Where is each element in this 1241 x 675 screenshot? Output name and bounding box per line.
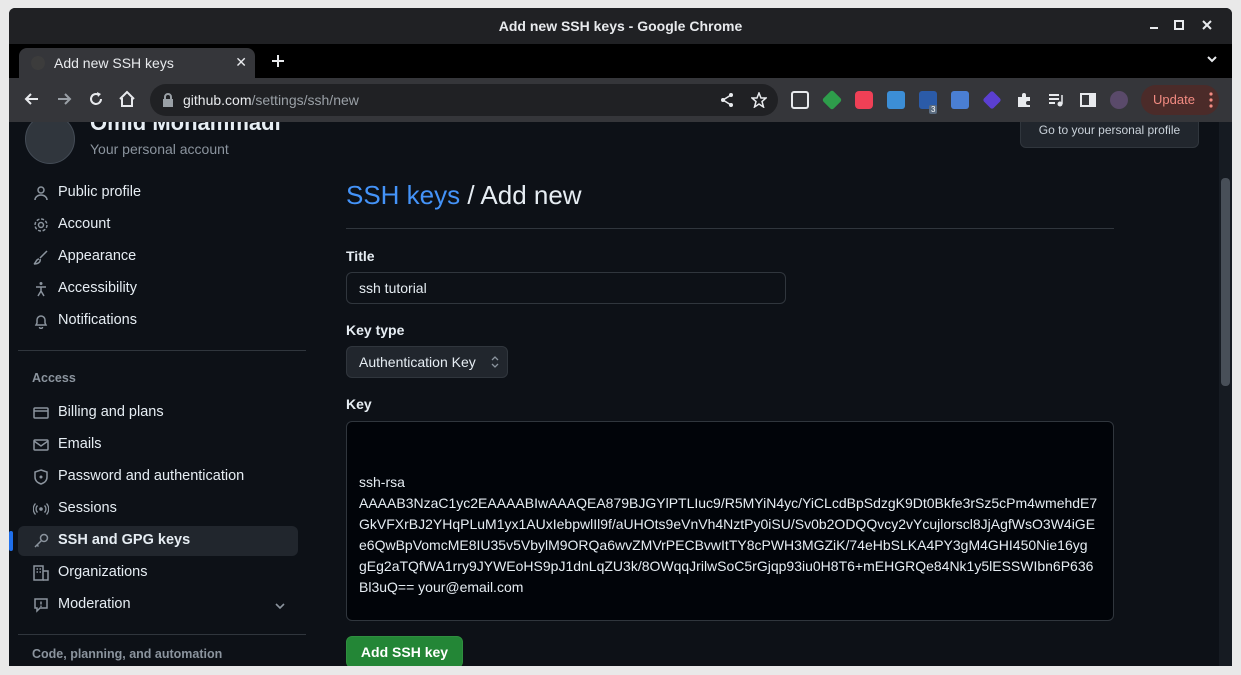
page-content: Omid Mohammadi Your personal account Go …: [9, 122, 1219, 666]
sidebar-item-accessibility[interactable]: Accessibility: [18, 274, 298, 304]
home-icon: [119, 90, 135, 107]
purple-extension-icon[interactable]: [982, 90, 1002, 110]
tab-close-button[interactable]: ✕: [235, 54, 247, 71]
sidebar-item-account[interactable]: Account: [18, 210, 298, 240]
close-icon: [1202, 20, 1212, 30]
heading-divider: [346, 228, 1114, 229]
plus-icon: [272, 55, 284, 67]
key-type-select[interactable]: Authentication Key: [346, 346, 508, 378]
sidebar-item-notifications[interactable]: Notifications: [18, 306, 298, 336]
title-input[interactable]: ssh tutorial: [346, 272, 786, 304]
organization-icon: [33, 565, 49, 581]
tab-search-button[interactable]: [1206, 52, 1218, 68]
sidebar-item-emails[interactable]: Emails: [18, 430, 298, 460]
maximize-icon: [1174, 20, 1184, 30]
paintbrush-icon: [33, 250, 48, 265]
sidepanel-icon: [1080, 93, 1096, 107]
sidebar-item-sessions[interactable]: Sessions: [18, 494, 298, 524]
credit-card-icon: [33, 407, 49, 419]
browser-toolbar: github.com/settings/ssh/new 3 Update: [9, 78, 1232, 122]
tab-active[interactable]: Add new SSH keys ✕: [19, 48, 255, 78]
github-favicon-icon: [31, 56, 45, 70]
section-heading-code: Code, planning, and automation: [32, 647, 223, 661]
key-type-label: Key type: [346, 322, 405, 338]
chevron-down-icon: [275, 603, 285, 610]
playlist-icon: [1049, 94, 1063, 107]
sidebar-item-moderation[interactable]: Moderation: [18, 590, 298, 620]
maximize-button[interactable]: [1169, 16, 1189, 36]
profile-avatar-icon[interactable]: [1110, 91, 1128, 109]
more-vert-icon: [1209, 92, 1213, 108]
scrollbar-thumb[interactable]: [1221, 178, 1230, 386]
sidebar-item-appearance[interactable]: Appearance: [18, 242, 298, 272]
gear-icon: [34, 218, 48, 232]
reload-icon: [90, 92, 102, 105]
extension-badge: 3: [929, 105, 938, 114]
tab-label: Add new SSH keys: [54, 55, 174, 71]
section-heading-access: Access: [32, 371, 76, 385]
window-titlebar: Add new SSH keys - Google Chrome: [9, 8, 1232, 44]
broadcast-icon: [33, 503, 49, 515]
tab-strip: Add new SSH keys ✕: [9, 44, 1232, 78]
profile-subtitle: Your personal account: [90, 141, 229, 157]
person-icon: [34, 186, 48, 201]
chrome-update-button[interactable]: Update: [1141, 85, 1219, 115]
breadcrumb-ssh-keys-link[interactable]: SSH keys: [346, 180, 460, 210]
arrow-left-icon: [24, 93, 38, 105]
address-bar[interactable]: github.com/settings/ssh/new: [150, 84, 778, 116]
sidebar-item-ssh-gpg-keys[interactable]: SSH and GPG keys: [9, 526, 298, 556]
blue-extension-icon[interactable]: [887, 91, 905, 109]
page-scrollbar[interactable]: [1219, 122, 1232, 666]
forward-button[interactable]: [55, 90, 77, 112]
minimize-button[interactable]: [1144, 16, 1164, 36]
new-tab-button[interactable]: [271, 52, 285, 72]
select-arrows-icon: [491, 347, 499, 390]
extensions-puzzle-icon[interactable]: [1015, 91, 1033, 109]
reload-button[interactable]: [87, 90, 109, 112]
title-label: Title: [346, 248, 375, 264]
side-panel-icon[interactable]: [1079, 91, 1097, 109]
puzzle-icon: [1018, 93, 1030, 107]
key-textarea[interactable]: ssh-rsa AAAAB3NzaC1yc2EAAAABIwAAAQEA879BJ…: [346, 421, 1114, 621]
key-icon: [34, 533, 49, 548]
mail-icon: [33, 439, 49, 451]
chevron-updown-icon: [491, 356, 499, 368]
bell-icon: [34, 315, 48, 329]
sidebar-item-password-auth[interactable]: Password and authentication: [18, 462, 298, 492]
page-title: SSH keys / Add new: [346, 180, 582, 210]
chevron-down-icon: [1207, 56, 1217, 63]
shield-icon: [34, 469, 48, 485]
accessibility-icon: [36, 282, 46, 297]
translate-extension-icon[interactable]: [951, 91, 969, 109]
sidebar-item-organizations[interactable]: Organizations: [18, 558, 298, 588]
profile-name: Omid Mohammadi: [90, 122, 281, 135]
close-window-button[interactable]: [1197, 16, 1217, 36]
sidebar-divider: [18, 634, 306, 635]
media-control-icon[interactable]: [1047, 91, 1065, 109]
share-icon[interactable]: [719, 92, 735, 108]
minimize-icon: [1150, 27, 1158, 29]
key-label: Key: [346, 396, 372, 412]
pocket-extension-icon[interactable]: [855, 91, 873, 109]
arrow-right-icon: [58, 93, 72, 105]
window-title: Add new SSH keys - Google Chrome: [498, 18, 743, 34]
notion-extension-icon[interactable]: [791, 91, 809, 109]
home-button[interactable]: [118, 90, 140, 112]
star-icon[interactable]: [751, 92, 767, 108]
sidebar-item-billing[interactable]: Billing and plans: [18, 398, 298, 428]
lock-icon: [163, 93, 173, 107]
sidebar-item-public-profile[interactable]: Public profile: [18, 178, 298, 208]
sidebar-divider: [18, 350, 306, 351]
go-to-profile-button[interactable]: Go to your personal profile: [1020, 122, 1199, 148]
back-button[interactable]: [23, 90, 45, 112]
browser-window: Add new SSH keys - Google Chrome Add new…: [9, 8, 1232, 666]
url-text: github.com/settings/ssh/new: [183, 92, 359, 108]
report-icon: [34, 598, 48, 613]
avatar[interactable]: [25, 122, 75, 164]
green-extension-icon[interactable]: [821, 89, 843, 111]
add-ssh-key-button[interactable]: Add SSH key: [346, 636, 463, 666]
